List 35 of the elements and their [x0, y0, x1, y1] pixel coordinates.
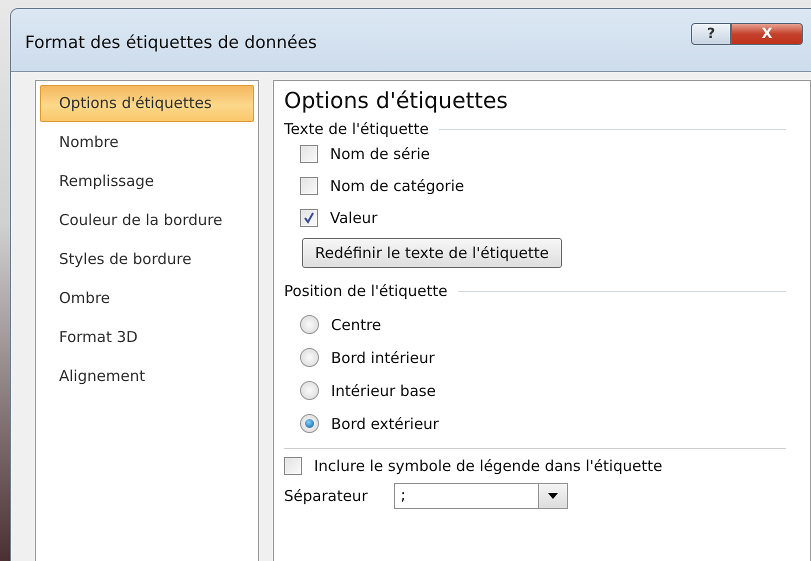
checkbox-label: Nom de catégorie [330, 177, 464, 195]
checkbox-label: Inclure le symbole de légende dans l'étiquette [314, 457, 662, 475]
radio-button[interactable] [300, 381, 319, 400]
radio-label: Centre [331, 316, 382, 334]
separator-dropdown[interactable]: ; [394, 483, 568, 509]
sidebar-item[interactable]: Nombre [40, 124, 254, 161]
reset-label-text-button[interactable]: Redéfinir le texte de l'étiquette [302, 238, 562, 268]
separator-label: Séparateur [284, 487, 368, 505]
radio-label: Intérieur base [331, 382, 436, 400]
check-icon [303, 212, 315, 224]
checkbox[interactable] [300, 177, 318, 195]
checkbox-label: Nom de série [330, 145, 430, 163]
sidebar-item[interactable]: Format 3D [40, 319, 254, 356]
window-title: Format des étiquettes de données [25, 32, 318, 53]
radio-label: Bord intérieur [331, 348, 435, 366]
checkbox[interactable] [284, 457, 302, 475]
radio-button[interactable] [300, 315, 319, 334]
checkbox[interactable] [300, 209, 318, 227]
sidebar-item[interactable]: Options d'étiquettes [40, 85, 254, 122]
close-button[interactable]: X [731, 23, 803, 45]
sidebar-item[interactable]: Remplissage [40, 163, 254, 200]
section-heading: Position de l'étiquette [284, 282, 448, 300]
checkbox[interactable] [300, 145, 318, 163]
help-button[interactable]: ? [691, 23, 731, 45]
radio-label: Bord extérieur [331, 414, 439, 432]
panel-title: Options d'étiquettes [284, 89, 509, 114]
sidebar-item[interactable]: Couleur de la bordure [40, 202, 254, 239]
sidebar-item[interactable]: Alignement [40, 358, 254, 395]
radio-button[interactable] [300, 414, 319, 433]
checkbox-label: Valeur [330, 209, 378, 227]
sidebar-item[interactable]: Styles de bordure [40, 241, 254, 278]
sidebar-item[interactable]: Ombre [40, 280, 254, 317]
section-heading: Texte de l'étiquette [284, 120, 429, 138]
dropdown-arrow-icon [548, 493, 558, 499]
radio-button[interactable] [300, 348, 319, 367]
